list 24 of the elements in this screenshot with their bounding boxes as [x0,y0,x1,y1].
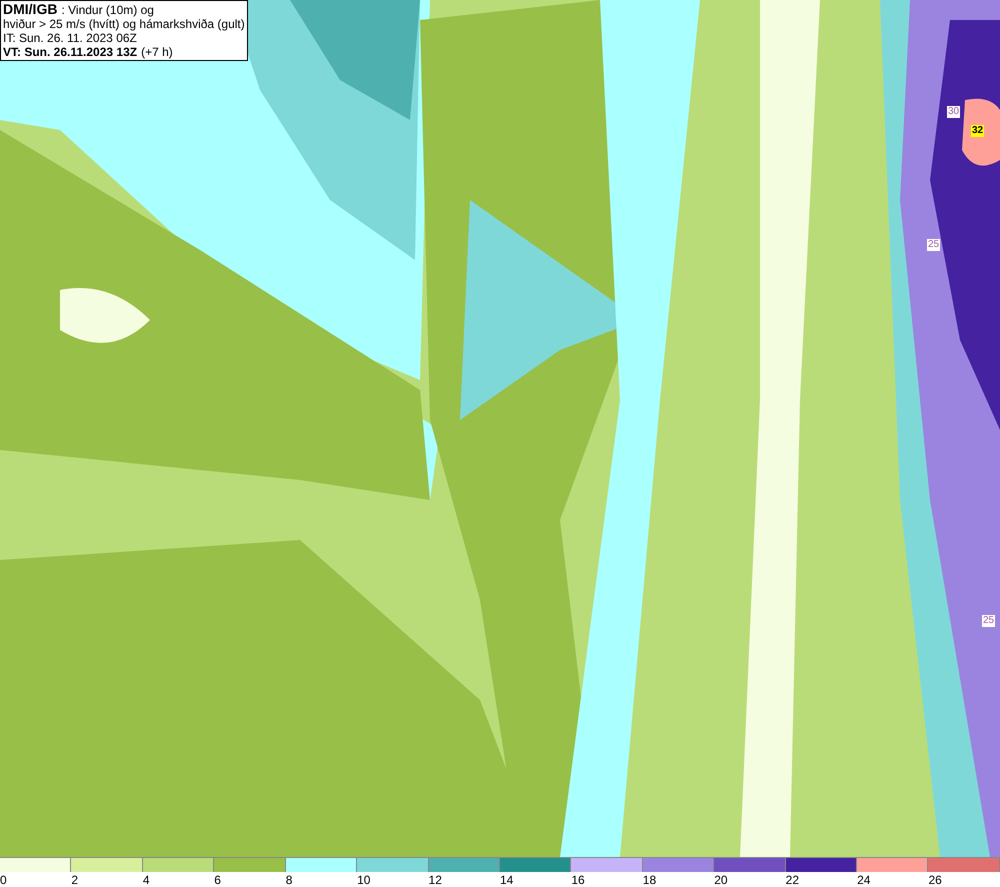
lead-time: (+7 h) [141,45,173,59]
legend-label: 22 [786,873,799,887]
contour-label: 25 [982,615,996,627]
legend-label: 2 [71,873,78,887]
legend-label: 12 [428,873,442,887]
legend-label: 4 [142,873,150,887]
legend-label: 18 [642,873,656,887]
valid-time: VT: Sun. 26.11.2023 13Z [3,45,138,59]
legend-label: 6 [214,873,221,887]
legend-label: 0 [0,873,7,887]
source-label: DMI/IGB [3,2,58,16]
legend-label: 26 [928,873,942,887]
legend-label: 20 [714,873,728,887]
map-title: : Vindur (10m) og [61,3,154,17]
issue-time: IT: Sun. 26. 11. 2023 06Z [3,31,138,45]
legend-label: 10 [357,873,370,887]
map-subtitle: hviður > 25 m/s (hvítt) og hámarkshviða (gult) [3,17,245,31]
legend-label: 14 [500,873,514,887]
legend-label: 16 [571,873,585,887]
legend-label: 8 [286,873,292,887]
contour-label: 32 [971,125,984,137]
contour-label: 25 [927,239,940,251]
contour-label: 30 [947,106,960,118]
legend-label: 24 [857,873,870,887]
